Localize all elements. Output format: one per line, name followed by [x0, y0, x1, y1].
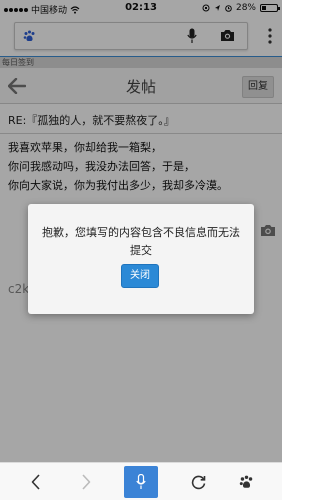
back-icon	[31, 474, 40, 490]
error-dialog: 抱歉，您填写的内容包含不良信息而无法提交 关闭	[28, 204, 254, 314]
close-button[interactable]: 关闭	[121, 264, 159, 288]
baidu-paw-icon	[239, 475, 252, 488]
nav-forward-button[interactable]	[66, 463, 106, 500]
refresh-button[interactable]	[178, 463, 218, 500]
forward-icon	[82, 474, 91, 490]
voice-icon	[136, 474, 146, 489]
dialog-message: 抱歉，您填写的内容包含不良信息而无法提交	[42, 226, 240, 257]
home-button[interactable]	[226, 463, 266, 500]
bottom-toolbar	[0, 462, 282, 500]
nav-back-button[interactable]	[16, 463, 56, 500]
refresh-icon	[191, 475, 205, 489]
voice-search-button[interactable]	[124, 466, 158, 498]
